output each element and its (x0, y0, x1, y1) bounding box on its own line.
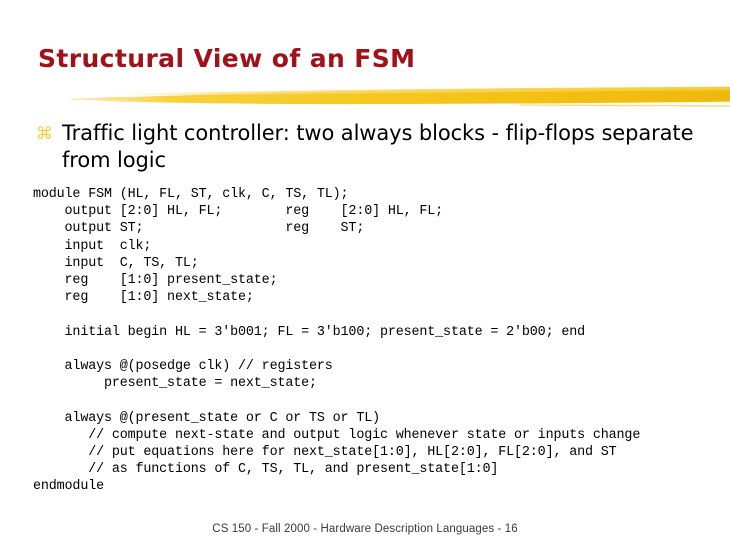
code-line: input C, TS, TL; (33, 255, 199, 271)
code-line: // put equations here for next_state[1:0… (33, 445, 617, 460)
code-line: // as functions of C, TS, TL, and presen… (33, 462, 499, 478)
code-line: endmodule (33, 479, 104, 495)
code-line: // compute next-state and output logic w… (33, 427, 641, 443)
bullet-item-label: Traffic light controller: two always blo… (62, 121, 694, 172)
code-line: present_state = next_state; (33, 376, 317, 392)
code-line: reg [1:0] present_state; (33, 273, 278, 289)
code-line: always @(present_state or C or TS or TL) (33, 410, 381, 426)
code-line: always @(posedge clk) // registers (33, 359, 333, 374)
code-line: module FSM (HL, FL, ST, clk, C, TS, TL); (33, 187, 349, 202)
code-line: output [2:0] HL, FL; reg [2:0] HL, FL; (33, 204, 444, 220)
wingdings-z-bullet-icon: ⌘ (36, 124, 53, 144)
verilog-code-block: module FSM (HL, FL, ST, clk, C, TS, TL);… (33, 186, 640, 496)
code-line: reg [1:0] next_state; (33, 290, 254, 306)
code-line: initial begin HL = 3'b001; FL = 3'b100; … (33, 324, 586, 340)
slide-footer: CS 150 - Fall 2000 - Hardware Descriptio… (212, 523, 518, 535)
page-title: Structural View of an FSM (38, 44, 416, 73)
bullet-list: ⌘ Traffic light controller: two always b… (36, 120, 716, 174)
code-line: input clk; (33, 238, 152, 254)
title-brush-stroke-divider (66, 86, 730, 107)
code-line: output ST; reg ST; (33, 221, 365, 237)
list-item: ⌘ Traffic light controller: two always b… (36, 120, 716, 174)
